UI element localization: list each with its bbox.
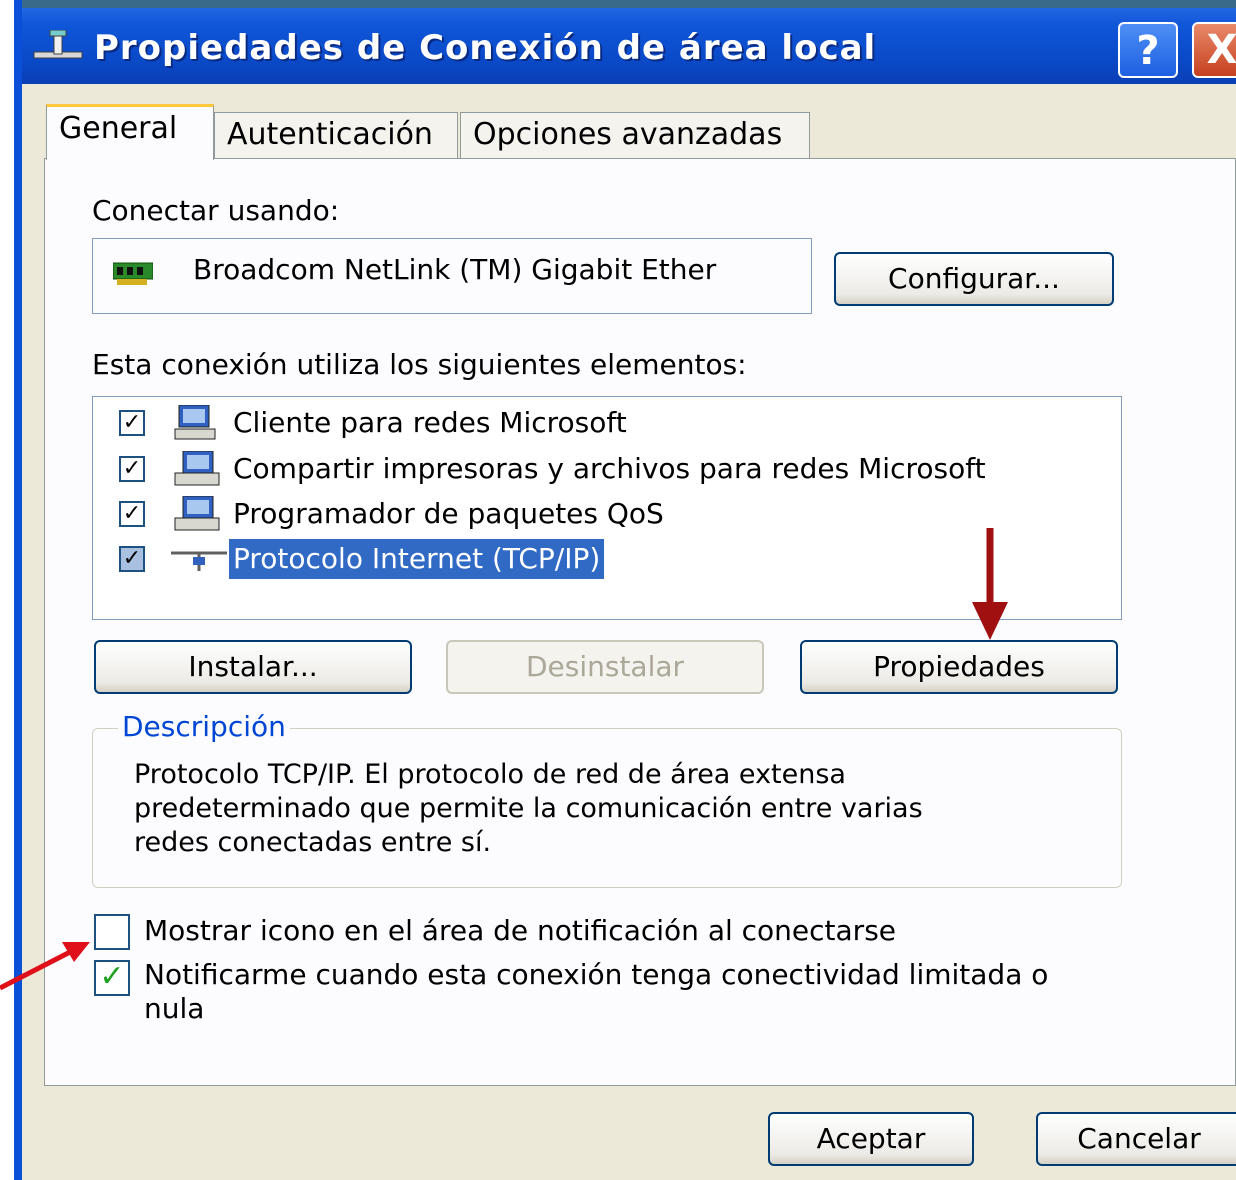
list-item[interactable]: ✓ Programador de paquetes QoS [93,494,1093,534]
description-title: Descripción [118,710,290,743]
notify-line: nula [144,992,205,1025]
network-adapter-icon [113,262,153,285]
annotation-arrow-down-icon [972,528,1008,640]
description-text: Protocolo TCP/IP. El protocolo de red de… [134,758,1074,860]
checkbox-qos[interactable]: ✓ [119,501,145,527]
ok-button[interactable]: Aceptar [768,1112,974,1166]
uninstall-button[interactable]: Desinstalar [446,640,764,694]
network-client-icon [174,405,216,440]
notify-line: Notificarme cuando esta conexión tenga c… [144,958,1049,991]
file-printer-sharing-icon [174,451,220,486]
notify-limited-label: Notificarme cuando esta conexión tenga c… [144,958,1048,1026]
checkbox-cliente[interactable]: ✓ [119,410,145,436]
description-line: predeterminado que permite la comunicaci… [134,793,923,824]
protocol-icon [171,551,227,571]
connect-using-label: Conectar usando: [92,194,340,227]
annotation-arrow-icon [0,942,90,991]
help-button[interactable]: ? [1118,22,1178,78]
list-item[interactable]: ✓ Protocolo Internet (TCP/IP) [93,539,1093,579]
checkbox-tcpip[interactable]: ✓ [119,546,145,572]
configure-button[interactable]: Configurar... [834,252,1114,306]
list-item[interactable]: ✓ Cliente para redes Microsoft [93,403,1093,443]
show-icon-label: Mostrar icono en el área de notificación… [144,914,897,947]
item-label: Compartir impresoras y archivos para red… [233,452,986,485]
network-connection-icon [33,30,83,59]
close-button[interactable]: X [1192,22,1236,78]
item-label: Cliente para redes Microsoft [233,406,627,439]
description-line: redes conectadas entre sí. [134,827,492,858]
tab-autenticacion[interactable]: Autenticación [214,112,458,158]
adapter-display: Broadcom NetLink (TM) Gigabit Ether [92,238,812,314]
install-button[interactable]: Instalar... [94,640,412,694]
list-item[interactable]: ✓ Compartir impresoras y archivos para r… [93,449,1093,489]
description-line: Protocolo TCP/IP. El protocolo de red de… [134,759,846,790]
properties-button[interactable]: Propiedades [800,640,1118,694]
tab-opciones-avanzadas[interactable]: Opciones avanzadas [460,112,810,158]
item-label-selected: Protocolo Internet (TCP/IP) [229,539,605,579]
components-label: Esta conexión utiliza los siguientes ele… [92,348,747,381]
cancel-button[interactable]: Cancelar [1036,1112,1236,1166]
properties-dialog: Propiedades de Conexión de área local ? … [22,0,1236,1180]
adapter-name: Broadcom NetLink (TM) Gigabit Ether [193,253,717,286]
qos-scheduler-icon [174,496,220,531]
taskbar-strip [22,0,1236,8]
components-list[interactable]: ✓ Cliente para redes Microsoft ✓ Compart… [92,396,1122,620]
title-bar[interactable]: Propiedades de Conexión de área local ? … [22,0,1236,84]
window-left-border [14,0,22,1180]
window-title: Propiedades de Conexión de área local [94,28,877,68]
checkbox-compartir[interactable]: ✓ [119,456,145,482]
item-label: Programador de paquetes QoS [233,497,664,530]
tab-general[interactable]: General [46,104,214,160]
